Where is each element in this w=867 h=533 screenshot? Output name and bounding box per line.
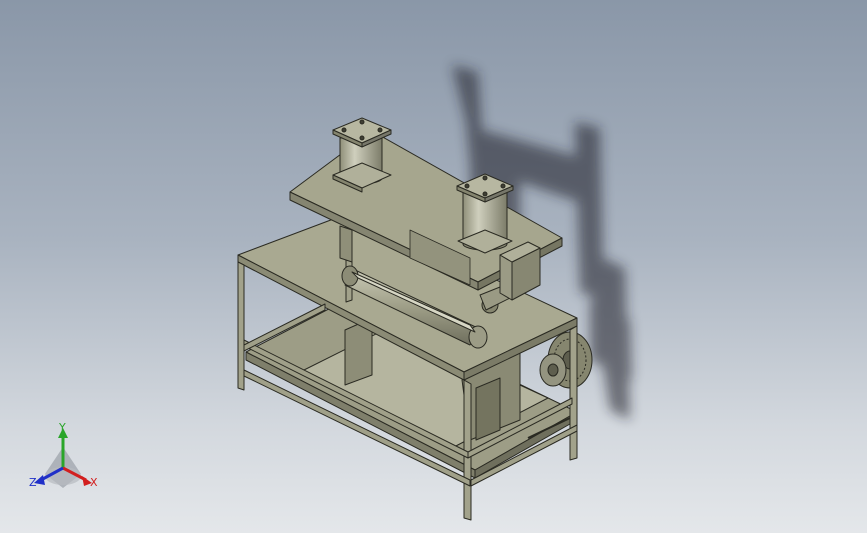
cylinder-right[interactable] [456,173,514,254]
axis-triad: Y X Z [29,421,98,489]
z-axis-label: Z [29,476,37,489]
x-axis-label: X [90,476,98,489]
y-axis-label: Y [58,421,66,434]
cad-viewport[interactable]: Y X Z [0,0,867,533]
